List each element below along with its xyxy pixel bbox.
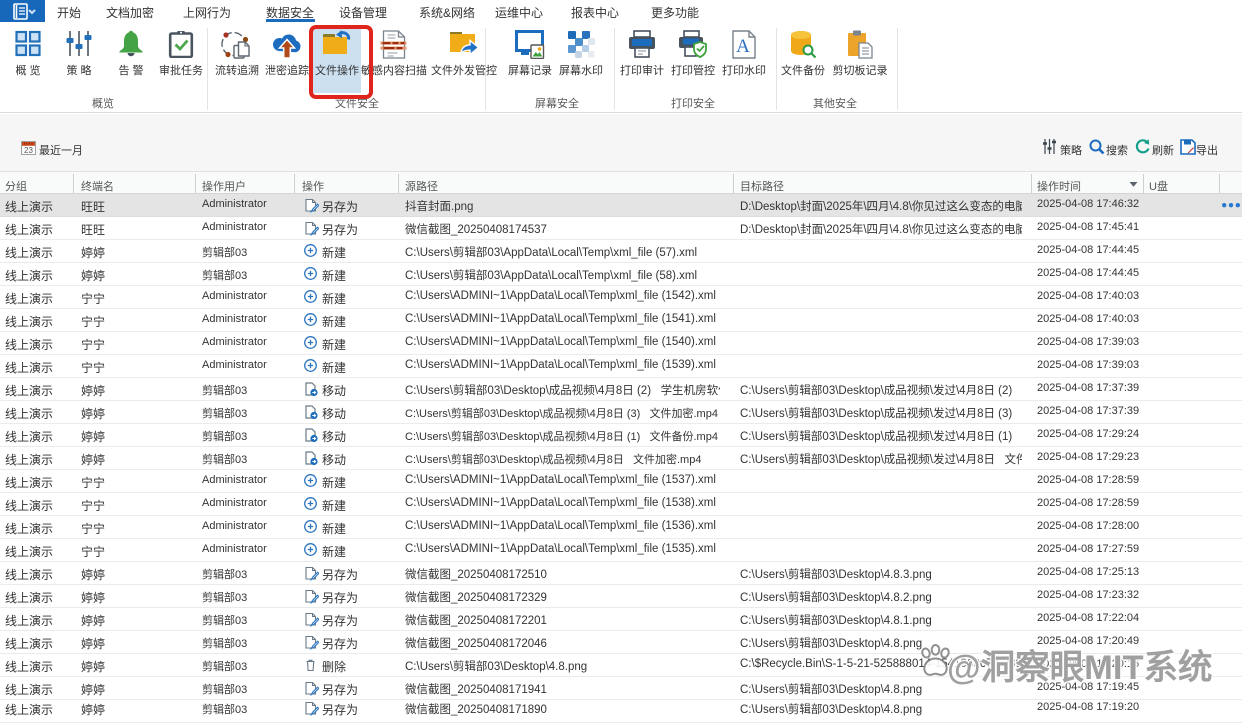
svg-text:A: A xyxy=(736,36,750,57)
svg-text:23: 23 xyxy=(24,146,33,155)
